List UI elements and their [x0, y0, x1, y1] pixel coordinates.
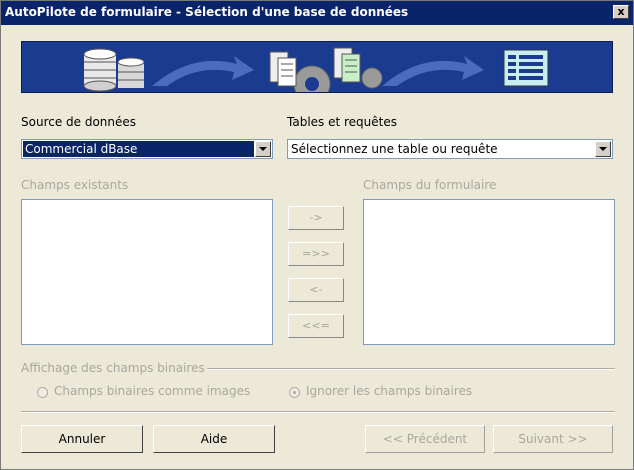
remove-field-button[interactable]: <-: [288, 278, 344, 302]
window-title: AutoPilote de formulaire - Sélection d'u…: [5, 5, 409, 19]
help-button[interactable]: Aide: [153, 425, 275, 453]
cancel-button[interactable]: Annuler: [21, 425, 143, 453]
wizard-window: AutoPilote de formulaire - Sélection d'u…: [0, 0, 634, 470]
next-button[interactable]: Suivant >>: [493, 425, 613, 453]
remove-all-fields-button[interactable]: <<=: [288, 314, 344, 338]
form-fields-list[interactable]: [363, 199, 615, 345]
existing-fields-list[interactable]: [21, 199, 273, 345]
binary-as-images-label: Champs binaires comme images: [54, 384, 251, 398]
source-label: Source de données: [21, 115, 137, 129]
close-button[interactable]: x: [613, 5, 629, 19]
source-value: Commercial dBase: [23, 141, 254, 157]
chevron-down-icon[interactable]: [595, 141, 611, 157]
footer-separator: [21, 411, 615, 413]
add-all-fields-button[interactable]: =>>: [288, 242, 344, 266]
chevron-down-icon[interactable]: [255, 141, 271, 157]
form-icon: [503, 49, 549, 87]
radio-binary-as-images[interactable]: [37, 387, 48, 398]
add-field-button[interactable]: ->: [288, 206, 344, 230]
existing-fields-label: Champs existants: [21, 178, 129, 192]
ignore-binary-label: Ignorer les champs binaires: [306, 384, 473, 398]
tables-value: Sélectionnez une table ou requête: [291, 142, 498, 156]
tables-label: Tables et requêtes: [287, 115, 397, 129]
previous-button[interactable]: << Précédent: [365, 425, 485, 453]
binary-group-label: Affichage des champs binaires: [21, 361, 205, 375]
form-fields-label: Champs du formulaire: [363, 178, 497, 192]
tables-select[interactable]: Sélectionnez une table ou requête: [287, 139, 613, 159]
wizard-banner: [21, 41, 613, 93]
group-divider: [207, 368, 615, 370]
source-select[interactable]: Commercial dBase: [21, 139, 273, 159]
banner-illustration: [22, 42, 612, 92]
radio-ignore-binary[interactable]: [289, 387, 300, 398]
title-bar: AutoPilote de formulaire - Sélection d'u…: [1, 1, 633, 25]
